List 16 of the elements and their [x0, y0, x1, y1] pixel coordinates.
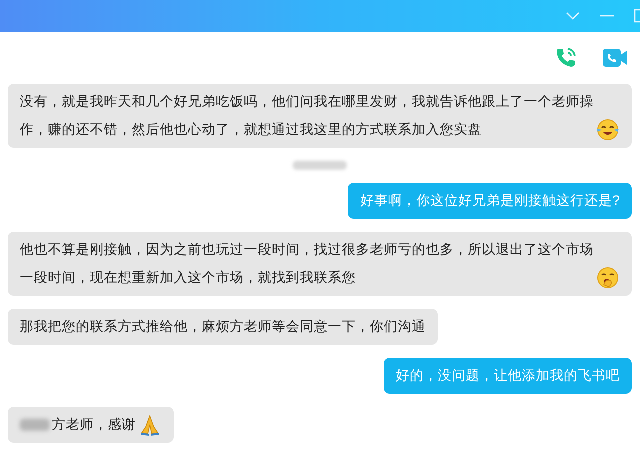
message-text: 方老师，感谢 [52, 416, 136, 434]
message-text: 没有，就是我昨天和几个好兄弟吃饭吗，他们问我在哪里发财，我就告诉他跟上了一个老师操作，赚的还不错，然后他也心动了，就想通过我这里的方式联系加入您实盘 [20, 93, 594, 139]
laughing-emoji-icon [596, 118, 620, 142]
phone-icon[interactable] [554, 46, 578, 70]
message-text: 那我把您的联系方式推给他，麻烦方老师等会同意一下，你们沟通 [20, 318, 426, 336]
minimize-icon[interactable] [600, 14, 614, 18]
video-call-icon[interactable] [602, 47, 628, 69]
redacted-mark [20, 419, 50, 431]
maximize-icon[interactable] [634, 9, 640, 23]
message-text: 好的，没问题，让他添加我的飞书吧 [396, 367, 620, 385]
redacted-timestamp [293, 161, 347, 170]
yawning-emoji-icon [596, 266, 620, 290]
praying-hands-icon [138, 413, 162, 437]
chevron-down-icon[interactable] [566, 11, 580, 21]
message-text: 他也不算是刚接触，因为之前也玩过一段时间，找过很多老师亏的也多，所以退出了这个市场一段时间，现在想重新加入这个市场，就找到我联系您 [20, 241, 594, 287]
message-text: 好事啊，你这位好兄弟是刚接触这行还是? [360, 192, 620, 210]
